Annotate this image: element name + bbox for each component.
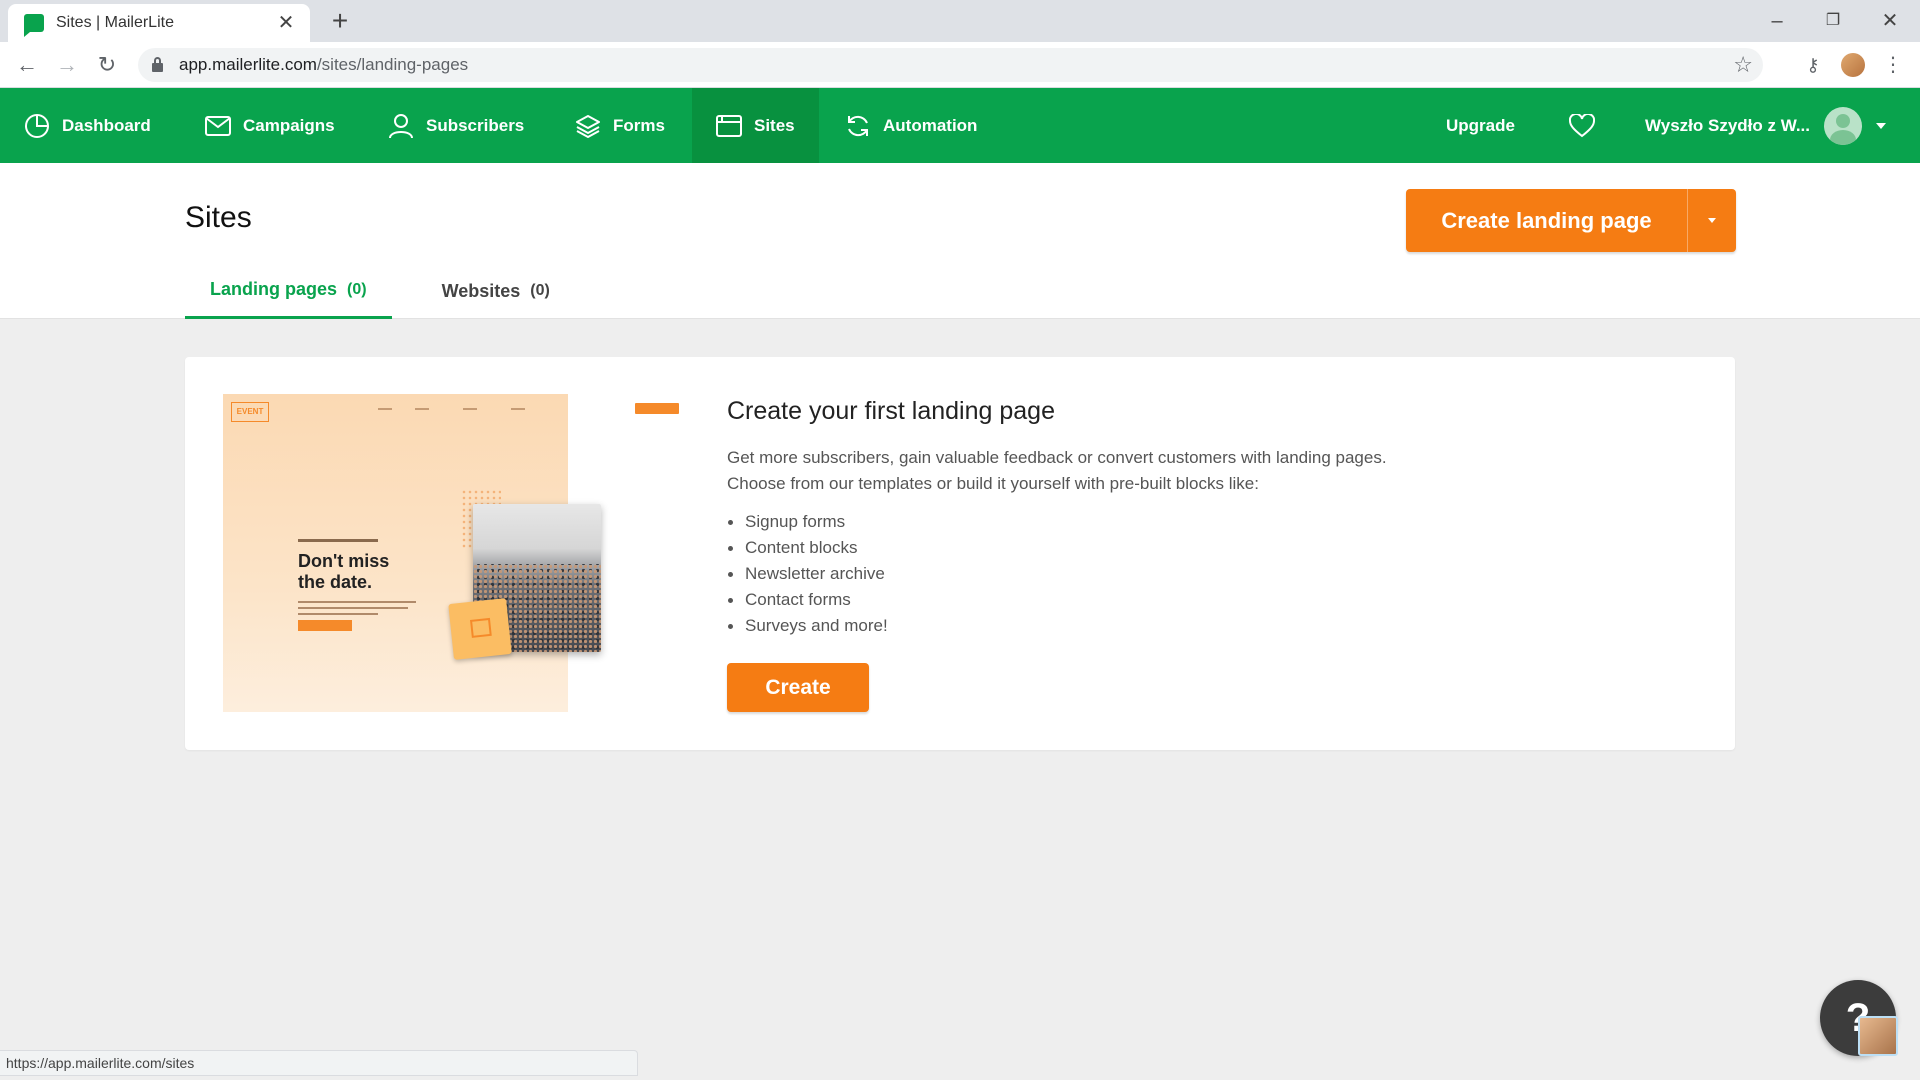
- mail-icon: [205, 115, 231, 136]
- mockup-menu-item: [511, 408, 525, 410]
- page-title: Sites: [185, 201, 252, 234]
- mockup-headline-line1: Don't miss: [298, 551, 390, 571]
- create-options-dropdown[interactable]: [1688, 189, 1736, 252]
- user-avatar: [1824, 106, 1862, 145]
- restore-icon[interactable]: ❐: [1813, 6, 1853, 36]
- nav-subscribers[interactable]: Subscribers: [388, 88, 524, 163]
- mockup-menu-item: [463, 408, 477, 410]
- support-agent-avatar[interactable]: [1858, 1016, 1898, 1056]
- bookmark-star-icon[interactable]: ☆: [1733, 52, 1753, 78]
- tab-landing-pages-label: Landing pages: [210, 279, 338, 299]
- browser-tab-strip: Sites | MailerLite ✕ + – ❐ ✕: [0, 0, 1920, 42]
- tab-landing-pages[interactable]: Landing pages (0): [185, 263, 392, 319]
- mockup-logo: EVENT: [231, 402, 269, 422]
- upgrade-link[interactable]: Upgrade: [1446, 88, 1515, 163]
- nav-sites-label: Sites: [754, 115, 795, 135]
- url-field[interactable]: app.mailerlite.com/sites/landing-pages ☆: [138, 48, 1763, 82]
- create-landing-page-button[interactable]: Create landing page: [1406, 189, 1688, 252]
- feature-item: Surveys and more!: [727, 613, 888, 639]
- back-icon[interactable]: ←: [12, 50, 42, 80]
- minimize-icon[interactable]: –: [1757, 6, 1797, 36]
- page-header: Sites Create landing page Landing pages …: [0, 163, 1920, 319]
- card-description-line1: Get more subscribers, gain valuable feed…: [727, 448, 1387, 467]
- address-bar-row: ← → ↻ app.mailerlite.com/sites/landing-p…: [0, 42, 1920, 88]
- mailerlite-favicon-icon: [24, 14, 44, 37]
- tab-websites[interactable]: Websites (0): [417, 263, 575, 319]
- close-window-icon[interactable]: ✕: [1870, 6, 1910, 36]
- calendar-icon: [448, 598, 512, 660]
- lock-icon: [152, 56, 163, 72]
- nav-campaigns[interactable]: Campaigns: [205, 88, 335, 163]
- tab-title: Sites | MailerLite: [56, 14, 174, 31]
- tab-websites-label: Websites: [441, 280, 521, 301]
- card-description-line2: Choose from our templates or build it yo…: [727, 474, 1259, 493]
- account-menu[interactable]: Wyszło Szydło z W...: [1645, 88, 1886, 163]
- create-button[interactable]: Create: [727, 663, 869, 712]
- browser-tab[interactable]: Sites | MailerLite ✕: [8, 4, 310, 42]
- card-title: Create your first landing page: [727, 397, 1055, 425]
- reload-icon[interactable]: ↻: [92, 50, 122, 80]
- chevron-down-icon: [1876, 122, 1886, 129]
- nav-automation-label: Automation: [883, 115, 978, 135]
- new-tab-icon[interactable]: +: [325, 7, 355, 37]
- heart-icon[interactable]: [1569, 88, 1595, 163]
- main-navigation: Dashboard Campaigns Subscribers Forms Si…: [0, 88, 1920, 163]
- tab-landing-pages-count: (0): [347, 280, 367, 298]
- key-icon[interactable]: ⚷: [1798, 50, 1828, 80]
- chevron-down-icon: [1708, 218, 1716, 223]
- empty-state-card: EVENT Don't miss the date. Create your f…: [185, 357, 1735, 750]
- account-name: Wyszło Szydło z W...: [1645, 115, 1810, 135]
- mockup-menu-item: [415, 408, 429, 410]
- url-text: app.mailerlite.com/sites/landing-pages: [179, 55, 469, 74]
- mockup-kicker: [298, 539, 378, 542]
- status-bar-url: https://app.mailerlite.com/sites: [0, 1050, 638, 1076]
- feature-item: Signup forms: [727, 509, 888, 535]
- landing-page-illustration: EVENT Don't miss the date.: [223, 394, 679, 714]
- user-icon: [389, 113, 413, 138]
- upgrade-label: Upgrade: [1446, 115, 1515, 135]
- sites-tabs: Landing pages (0) Websites (0): [185, 263, 575, 319]
- close-tab-icon[interactable]: ✕: [274, 11, 298, 35]
- mockup-menu-item: [378, 408, 392, 410]
- mockup-badge: [635, 403, 679, 414]
- dashboard-icon: [25, 113, 49, 138]
- feature-list: Signup forms Content blocks Newsletter a…: [727, 509, 888, 639]
- nav-automation[interactable]: Automation: [845, 88, 977, 163]
- profile-avatar[interactable]: [1838, 50, 1868, 80]
- mockup-text-line: [298, 601, 416, 603]
- nav-dashboard[interactable]: Dashboard: [24, 88, 151, 163]
- card-description: Get more subscribers, gain valuable feed…: [727, 445, 1487, 497]
- feature-item: Contact forms: [727, 587, 888, 613]
- refresh-icon: [848, 115, 868, 136]
- mockup-text-line: [298, 607, 408, 609]
- mockup-cta: [298, 620, 352, 631]
- feature-item: Content blocks: [727, 535, 888, 561]
- tab-websites-count: (0): [530, 282, 550, 299]
- nav-dashboard-label: Dashboard: [62, 115, 151, 135]
- browser-menu-icon[interactable]: ⋮: [1878, 50, 1908, 80]
- create-landing-page-button-group: Create landing page: [1406, 189, 1736, 252]
- mockup-text-line: [298, 613, 378, 615]
- nav-sites[interactable]: Sites: [692, 88, 819, 163]
- forward-icon[interactable]: →: [52, 50, 82, 80]
- mockup-headline: Don't miss the date.: [298, 551, 389, 593]
- nav-subscribers-label: Subscribers: [426, 115, 525, 135]
- mockup-headline-line2: the date.: [298, 572, 373, 592]
- layers-icon: [576, 114, 600, 138]
- nav-forms-label: Forms: [613, 115, 665, 135]
- browser-window-icon: [716, 114, 742, 137]
- nav-forms[interactable]: Forms: [575, 88, 665, 163]
- nav-campaigns-label: Campaigns: [243, 115, 335, 135]
- feature-item: Newsletter archive: [727, 561, 888, 587]
